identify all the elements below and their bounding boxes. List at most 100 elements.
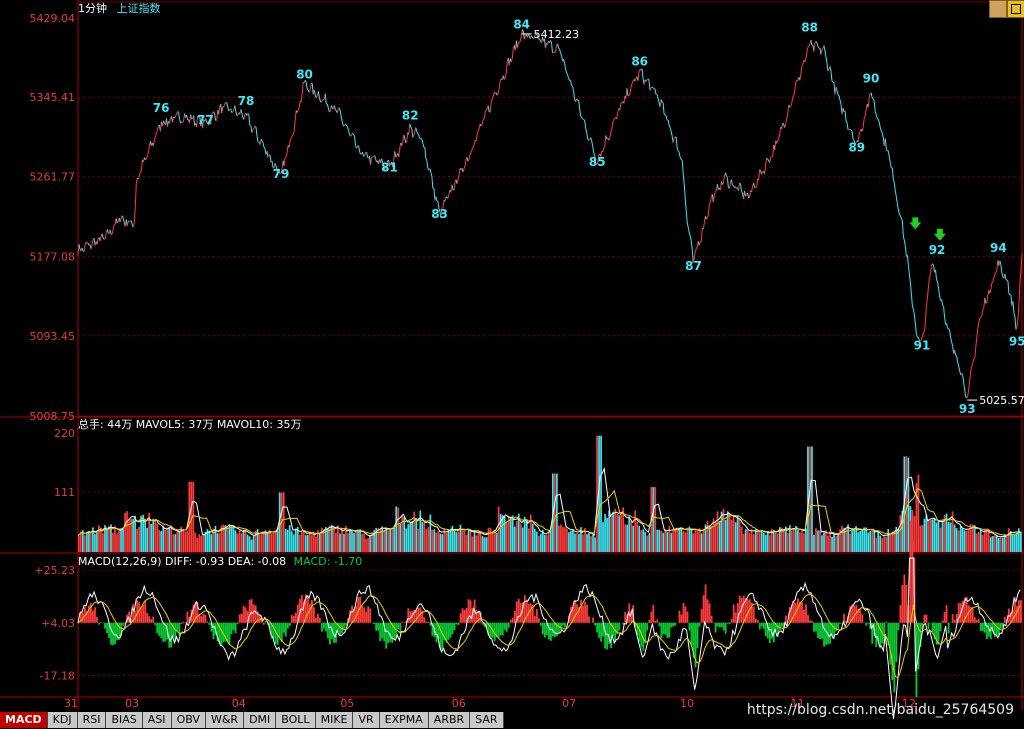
tab-asi[interactable]: ASI (142, 712, 172, 728)
tab-expma[interactable]: EXPMA (379, 712, 429, 728)
price-segment (961, 373, 964, 376)
price-segment (510, 57, 513, 63)
x-axis-label: 05 (340, 697, 354, 710)
macd-histogram-bar (182, 621, 185, 623)
price-segment (492, 92, 495, 97)
price-segment (820, 49, 823, 55)
maximize-icon[interactable] (1007, 0, 1024, 18)
price-segment (858, 130, 861, 135)
price-segment (765, 158, 768, 166)
macd-histogram-bar (897, 622, 900, 631)
macd-histogram-bar (339, 622, 341, 636)
price-segment (563, 59, 566, 64)
price-segment (489, 102, 492, 113)
volume-bar (570, 530, 572, 552)
price-segment (986, 295, 989, 303)
volume-bar (927, 519, 930, 552)
price-segment (218, 106, 221, 115)
macd-histogram-bar (813, 622, 815, 632)
tab-bias[interactable]: BIAS (106, 712, 143, 728)
price-segment (588, 139, 591, 141)
volume-bar (740, 526, 743, 552)
tab-dmi[interactable]: DMI (244, 712, 277, 728)
price-segment (689, 235, 692, 241)
macd-histogram-bar (441, 622, 444, 650)
tab-wr[interactable]: W&R (205, 712, 245, 728)
price-segment (334, 109, 337, 112)
price-segment (683, 183, 686, 199)
price-segment (1018, 282, 1021, 304)
price-segment (913, 314, 916, 325)
volume-bar (395, 506, 398, 552)
volume-bar (457, 531, 460, 552)
settings-icon[interactable] (989, 0, 1007, 18)
price-segment (641, 68, 644, 79)
volume-bar (423, 521, 426, 552)
price-segment (336, 108, 339, 114)
price-segment (591, 140, 594, 147)
volume-bar (919, 525, 922, 552)
macd-histogram-bar (686, 611, 689, 623)
volume-bar (1001, 537, 1004, 552)
volume-bar (389, 528, 392, 552)
tab-kdj[interactable]: KDJ (47, 712, 78, 728)
volume-bar (694, 528, 697, 552)
macd-histogram-bar (819, 622, 821, 640)
volume-bar (397, 507, 400, 552)
period-label: 1分钟 (78, 2, 107, 15)
macd-histogram-bar (678, 610, 681, 623)
volume-bar (891, 531, 894, 552)
price-segment (713, 192, 716, 195)
price-segment (815, 41, 818, 44)
tab-vr[interactable]: VR (353, 712, 380, 728)
tab-sar[interactable]: SAR (470, 712, 504, 728)
price-segment (804, 58, 807, 62)
tab-boll[interactable]: BOLL (276, 712, 316, 728)
volume-bar (867, 532, 870, 552)
price-segment (343, 123, 346, 126)
price-segment (990, 282, 993, 290)
price-segment (935, 269, 938, 280)
volume-bar (315, 536, 317, 552)
price-segment (458, 168, 461, 176)
price-segment (580, 115, 583, 118)
volume-bar (827, 535, 829, 552)
tab-rsi[interactable]: RSI (77, 712, 107, 728)
price-segment (472, 145, 475, 147)
price-segment (629, 87, 632, 95)
volume-bar (266, 533, 269, 552)
price-y-tick: 5093.45 (30, 330, 76, 343)
volume-bar (674, 527, 677, 552)
volume-bar (881, 538, 884, 552)
tab-obv[interactable]: OBV (171, 712, 206, 728)
tab-macd[interactable]: MACD (0, 712, 48, 728)
macd-histogram-bar (106, 622, 108, 634)
volume-bar (274, 529, 277, 552)
volume-bar (262, 531, 265, 552)
tab-arbr[interactable]: ARBR (428, 712, 471, 728)
macd-y-tick: +25.23 (34, 564, 75, 577)
volume-bar (851, 529, 853, 552)
volume-bar (138, 526, 140, 552)
volume-bar (762, 532, 765, 552)
price-segment (274, 163, 277, 166)
tab-mike[interactable]: MIKE (315, 712, 354, 728)
price-segment (875, 114, 878, 119)
volume-bar (644, 531, 647, 552)
macd-histogram-bar (505, 622, 508, 632)
price-segment (289, 137, 292, 141)
price-segment (333, 105, 336, 110)
volume-bar (463, 528, 466, 552)
volume-bar (393, 527, 396, 552)
volume-bar (288, 525, 291, 552)
volume-bar (869, 530, 872, 552)
macd-histogram-bar (100, 621, 102, 623)
macd-histogram-bar (457, 622, 460, 625)
price-segment (341, 122, 344, 127)
price-segment (234, 105, 237, 112)
volume-bar (417, 528, 420, 552)
price-segment (897, 209, 900, 215)
price-segment (937, 281, 940, 289)
price-segment (654, 89, 657, 95)
volume-bar (604, 513, 606, 552)
